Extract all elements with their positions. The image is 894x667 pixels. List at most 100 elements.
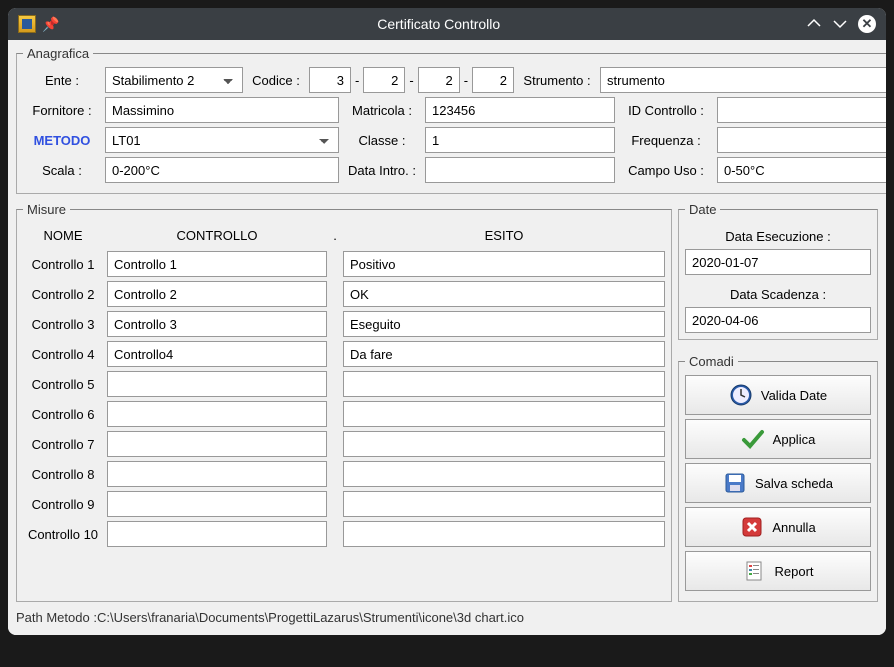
esito-input[interactable]	[343, 281, 665, 307]
metodo-select[interactable]: LT01	[105, 127, 339, 153]
cancel-icon	[740, 515, 764, 539]
scala-label: Scala :	[23, 157, 101, 183]
hdr-nome: NOME	[23, 223, 103, 247]
matricola-label: Matricola :	[343, 97, 421, 123]
scala-input[interactable]	[105, 157, 339, 183]
clock-icon	[729, 383, 753, 407]
scadenza-label: Data Scadenza :	[685, 281, 871, 307]
misure-row-label: Controllo 2	[23, 281, 103, 307]
matricola-input[interactable]	[425, 97, 615, 123]
codice-part-3[interactable]	[418, 67, 460, 93]
esito-input[interactable]	[343, 311, 665, 337]
controllo-input[interactable]	[107, 401, 327, 427]
salva-scheda-button[interactable]: Salva scheda	[685, 463, 871, 503]
check-icon	[741, 427, 765, 451]
misure-row: Controllo 10	[23, 521, 665, 547]
esecuzione-label: Data Esecuzione :	[685, 223, 871, 249]
titlebar[interactable]: 📌 Certificato Controllo ✕	[8, 8, 886, 40]
report-button[interactable]: Report	[685, 551, 871, 591]
misure-row: Controllo 9	[23, 491, 665, 517]
codice-label: Codice :	[247, 67, 305, 93]
codice-part-4[interactable]	[472, 67, 514, 93]
misure-row: Controllo 6	[23, 401, 665, 427]
codice-part-1[interactable]	[309, 67, 351, 93]
anagrafica-group: Anagrafica Ente : Stabilimento 2 Codice …	[16, 46, 886, 194]
controllo-input[interactable]	[107, 491, 327, 517]
valida-date-button[interactable]: Valida Date	[685, 375, 871, 415]
codice-part-2[interactable]	[363, 67, 405, 93]
esito-input[interactable]	[343, 491, 665, 517]
scadenza-input[interactable]	[685, 307, 871, 333]
misure-row-label: Controllo 4	[23, 341, 103, 367]
controllo-input[interactable]	[107, 311, 327, 337]
esito-input[interactable]	[343, 431, 665, 457]
esecuzione-input[interactable]	[685, 249, 871, 275]
frequenza-input[interactable]	[717, 127, 886, 153]
comandi-group: Comadi Valida Date Applica Salva scheda	[678, 354, 878, 602]
esito-input[interactable]	[343, 371, 665, 397]
comandi-legend: Comadi	[685, 354, 738, 369]
misure-row-label: Controllo 1	[23, 251, 103, 277]
pin-icon[interactable]: 📌	[42, 16, 59, 33]
window-controls: ✕	[806, 15, 876, 33]
anagrafica-legend: Anagrafica	[23, 46, 93, 61]
esito-input[interactable]	[343, 521, 665, 547]
idcontrollo-label: ID Controllo :	[619, 97, 713, 123]
annulla-button[interactable]: Annulla	[685, 507, 871, 547]
dataintro-input[interactable]	[425, 157, 615, 183]
dataintro-label: Data Intro. :	[343, 157, 421, 183]
controllo-input[interactable]	[107, 521, 327, 547]
controllo-input[interactable]	[107, 281, 327, 307]
close-icon[interactable]: ✕	[858, 15, 876, 33]
misure-row: Controllo 1	[23, 251, 665, 277]
esito-input[interactable]	[343, 461, 665, 487]
strumento-input[interactable]	[600, 67, 886, 93]
app-window: 📌 Certificato Controllo ✕ Anagrafica Ent…	[8, 8, 886, 635]
hdr-esito: ESITO	[343, 223, 665, 247]
hdr-dot: .	[331, 223, 339, 247]
controllo-input[interactable]	[107, 461, 327, 487]
metodo-button[interactable]: METODO	[23, 127, 101, 153]
controllo-input[interactable]	[107, 431, 327, 457]
frequenza-label: Frequenza :	[619, 127, 713, 153]
idcontrollo-input[interactable]	[717, 97, 886, 123]
controllo-input[interactable]	[107, 371, 327, 397]
path-metodo: Path Metodo :C:\Users\franaria\Documents…	[16, 608, 878, 625]
misure-row: Controllo 8	[23, 461, 665, 487]
controllo-input[interactable]	[107, 341, 327, 367]
save-icon	[723, 471, 747, 495]
applica-button[interactable]: Applica	[685, 419, 871, 459]
fornitore-label: Fornitore :	[23, 97, 101, 123]
misure-row-label: Controllo 3	[23, 311, 103, 337]
misure-row-label: Controllo 10	[23, 521, 103, 547]
misure-row-label: Controllo 5	[23, 371, 103, 397]
campouso-input[interactable]	[717, 157, 886, 183]
misure-row-label: Controllo 6	[23, 401, 103, 427]
ente-select[interactable]: Stabilimento 2	[105, 67, 243, 93]
esito-input[interactable]	[343, 341, 665, 367]
strumento-label: Strumento :	[518, 67, 596, 93]
classe-input[interactable]	[425, 127, 615, 153]
hdr-controllo: CONTROLLO	[107, 223, 327, 247]
misure-row-label: Controllo 7	[23, 431, 103, 457]
content-area: Anagrafica Ente : Stabilimento 2 Codice …	[8, 40, 886, 635]
misure-row: Controllo 5	[23, 371, 665, 397]
controllo-input[interactable]	[107, 251, 327, 277]
esito-input[interactable]	[343, 251, 665, 277]
maximize-icon[interactable]	[832, 16, 848, 32]
misure-row: Controllo 4	[23, 341, 665, 367]
misure-row: Controllo 2	[23, 281, 665, 307]
misure-row: Controllo 7	[23, 431, 665, 457]
misure-group: Misure NOME CONTROLLO . ESITO Controllo …	[16, 202, 672, 602]
esito-input[interactable]	[343, 401, 665, 427]
misure-row-label: Controllo 9	[23, 491, 103, 517]
date-legend: Date	[685, 202, 720, 217]
fornitore-input[interactable]	[105, 97, 339, 123]
campouso-label: Campo Uso :	[619, 157, 713, 183]
date-group: Date Data Esecuzione : Data Scadenza :	[678, 202, 878, 340]
window-title: Certificato Controllo	[71, 16, 806, 32]
minimize-icon[interactable]	[806, 16, 822, 32]
report-icon	[742, 559, 766, 583]
misure-row: Controllo 3	[23, 311, 665, 337]
classe-label: Classe :	[343, 127, 421, 153]
